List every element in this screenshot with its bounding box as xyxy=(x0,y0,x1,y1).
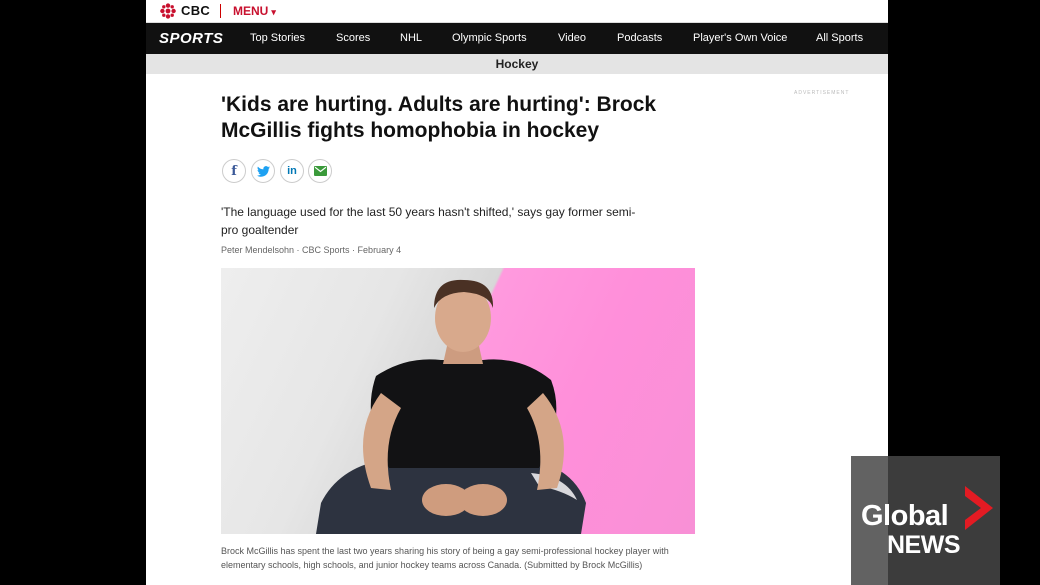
cbc-wordmark[interactable]: CBC xyxy=(181,3,210,18)
menu-label: MENU xyxy=(233,4,269,18)
cbc-gem-logo-icon[interactable] xyxy=(159,3,177,19)
cbc-article-page: CBC MENU ▾ SPORTS Top Stories Scores NHL … xyxy=(146,0,888,585)
article-headline: 'Kids are hurting. Adults are hurting': … xyxy=(221,93,657,142)
topbar-divider xyxy=(220,4,221,18)
global-wordmark: Global xyxy=(861,500,949,532)
facebook-icon: f xyxy=(231,163,237,179)
section-title[interactable]: Hockey xyxy=(146,57,888,71)
sports-logo[interactable]: SPORTS xyxy=(159,30,223,47)
nav-item-players-own-voice[interactable]: Player's Own Voice xyxy=(693,32,787,44)
man-crouching-portrait-icon xyxy=(316,279,586,534)
article-dek: 'The language used for the last 50 years… xyxy=(221,205,636,237)
article-byline: Peter Mendelsohn · CBC Sports · February… xyxy=(221,245,402,255)
email-icon xyxy=(313,166,327,176)
global-news-logo: Global NEWS xyxy=(851,456,1000,585)
share-facebook-button[interactable]: f xyxy=(222,159,246,183)
nav-item-all-sports[interactable]: All Sports xyxy=(816,32,863,44)
sports-nav-bar: SPORTS Top Stories Scores NHL Olympic Sp… xyxy=(146,23,888,54)
global-news-arrow-icon xyxy=(965,486,993,530)
share-email-button[interactable] xyxy=(308,159,332,183)
linkedin-icon: in xyxy=(287,165,297,177)
share-twitter-button[interactable] xyxy=(251,159,275,183)
photo-caption: Brock McGillis has spent the last two ye… xyxy=(221,546,669,570)
cbc-top-bar: CBC MENU ▾ xyxy=(146,0,888,23)
share-linkedin-button[interactable]: in xyxy=(280,159,304,183)
chevron-down-icon: ▾ xyxy=(271,7,276,17)
nav-item-podcasts[interactable]: Podcasts xyxy=(617,32,662,44)
advertisement-label: ADVERTISEMENT xyxy=(794,90,850,96)
menu-button[interactable]: MENU ▾ xyxy=(233,4,276,18)
article-hero-photo xyxy=(221,268,695,534)
nav-item-olympic-sports[interactable]: Olympic Sports xyxy=(452,32,527,44)
nav-item-nhl[interactable]: NHL xyxy=(400,32,422,44)
section-bar: Hockey xyxy=(146,54,888,74)
twitter-icon xyxy=(256,165,270,177)
nav-item-scores[interactable]: Scores xyxy=(336,32,370,44)
news-wordmark: NEWS xyxy=(887,531,961,559)
nav-item-top-stories[interactable]: Top Stories xyxy=(250,32,305,44)
nav-item-video[interactable]: Video xyxy=(558,32,586,44)
